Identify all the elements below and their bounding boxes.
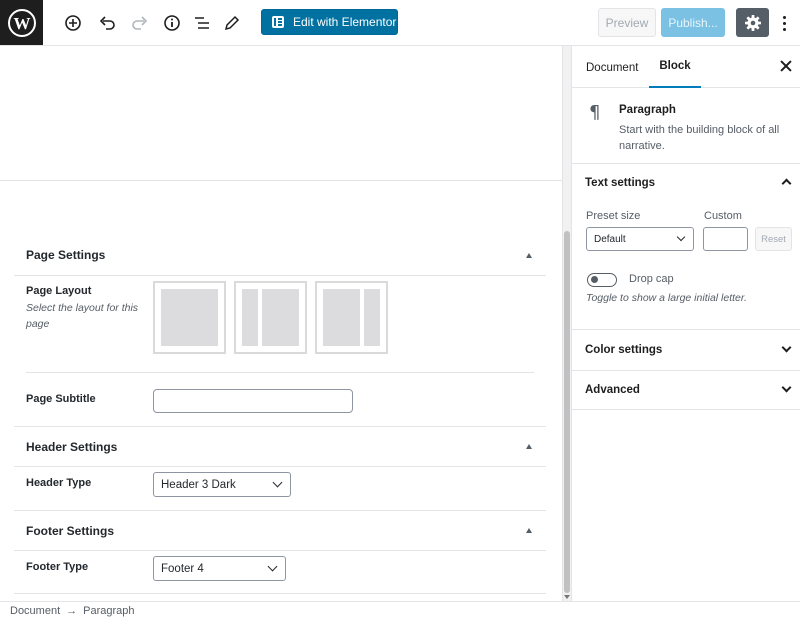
block-navigation-icon[interactable] — [190, 11, 214, 35]
scroll-down-arrow-icon[interactable] — [564, 595, 570, 599]
footer-type-value: Footer 4 — [161, 562, 204, 575]
edit-with-elementor-button[interactable]: Edit with Elementor — [261, 9, 398, 35]
collapse-arrow-icon[interactable] — [526, 444, 532, 449]
color-settings-title: Color settings — [585, 344, 663, 356]
drop-cap-toggle[interactable] — [587, 273, 617, 287]
page-layout-label: Page Layout — [26, 285, 92, 297]
footer-type-label: Footer Type — [26, 561, 89, 573]
elementor-icon — [272, 16, 284, 28]
footer-settings-header[interactable]: Footer Settings — [14, 510, 546, 551]
custom-size-input[interactable] — [703, 227, 748, 251]
header-type-value: Header 3 Dark — [161, 478, 236, 491]
publish-button[interactable]: Publish... — [661, 8, 725, 37]
block-card: ¶ Paragraph Start with the building bloc… — [572, 88, 800, 164]
layout-option-right-sidebar[interactable] — [315, 281, 388, 354]
editor-toolbar: W Edit with Elementor Preview Publish... — [0, 0, 800, 46]
preset-size-label: Preset size — [586, 210, 641, 222]
footer-settings-title: Footer Settings — [26, 523, 115, 538]
preset-size-select[interactable]: Default — [586, 227, 694, 251]
more-options-icon[interactable] — [776, 11, 792, 35]
header-type-label: Header Type — [26, 477, 92, 489]
custom-size-label: Custom — [704, 210, 742, 222]
chevron-down-icon — [781, 382, 792, 393]
redo-icon[interactable] — [128, 11, 152, 35]
tab-document[interactable]: Document — [586, 46, 638, 88]
settings-button[interactable] — [736, 8, 769, 37]
gear-icon — [744, 14, 761, 31]
page-settings-header[interactable]: Page Settings — [14, 235, 546, 276]
footer-divider — [14, 593, 546, 594]
edit-with-elementor-label: Edit with Elementor — [293, 15, 397, 29]
breadcrumb: Document → Paragraph — [0, 601, 800, 619]
breadcrumb-item-document[interactable]: Document — [10, 605, 60, 617]
header-type-select[interactable]: Header 3 Dark — [153, 472, 291, 497]
color-settings-panel-header[interactable]: Color settings — [572, 329, 800, 370]
page-layout-description: Select the layout for this page — [26, 302, 139, 330]
chevron-down-icon — [267, 561, 278, 572]
header-settings-header[interactable]: Header Settings — [14, 426, 546, 467]
info-icon[interactable] — [160, 11, 184, 35]
drop-cap-label: Drop cap — [629, 273, 674, 285]
wordpress-icon[interactable]: W — [0, 0, 43, 45]
drop-cap-help: Toggle to show a large initial letter. — [586, 292, 747, 304]
chevron-up-icon — [781, 178, 792, 189]
footer-type-select[interactable]: Footer 4 — [153, 556, 286, 581]
preview-button[interactable]: Preview — [598, 8, 656, 37]
chevron-down-icon — [781, 342, 792, 353]
advanced-panel-header[interactable]: Advanced — [572, 370, 800, 410]
svg-text:W: W — [13, 14, 30, 33]
page-subtitle-label: Page Subtitle — [26, 393, 96, 405]
text-settings-panel-header[interactable]: Text settings — [572, 164, 800, 202]
breadcrumb-separator: → — [66, 604, 78, 617]
preset-size-value: Default — [594, 233, 626, 245]
field-divider — [26, 372, 534, 373]
layout-option-left-sidebar[interactable] — [234, 281, 307, 354]
settings-sidebar: Document Block ¶ Paragraph Start with th… — [571, 46, 800, 601]
toggle-knob — [591, 276, 598, 283]
block-title: Paragraph — [619, 104, 676, 116]
text-settings-title: Text settings — [585, 177, 656, 189]
breadcrumb-item-paragraph[interactable]: Paragraph — [83, 605, 134, 617]
editor-scrollbar[interactable] — [562, 46, 571, 601]
tools-edit-icon[interactable] — [220, 11, 244, 35]
close-icon[interactable] — [780, 60, 792, 72]
scrollbar-thumb[interactable] — [564, 231, 570, 593]
page-settings-title: Page Settings — [26, 248, 106, 262]
collapse-arrow-icon[interactable] — [526, 252, 532, 258]
chevron-down-icon — [272, 477, 283, 488]
tab-block[interactable]: Block — [649, 46, 701, 88]
advanced-title: Advanced — [585, 384, 640, 396]
sidebar-tabs: Document Block — [572, 46, 800, 88]
chevron-down-icon — [676, 232, 686, 242]
paragraph-icon: ¶ — [589, 102, 601, 123]
header-settings-title: Header Settings — [26, 439, 118, 454]
collapse-arrow-icon[interactable] — [526, 528, 532, 533]
add-block-icon[interactable] — [61, 11, 85, 35]
reset-button[interactable]: Reset — [755, 227, 792, 251]
undo-icon[interactable] — [95, 11, 119, 35]
page-subtitle-input[interactable] — [153, 389, 353, 413]
layout-option-full-width[interactable] — [153, 281, 226, 354]
block-description: Start with the building block of all nar… — [619, 124, 780, 152]
